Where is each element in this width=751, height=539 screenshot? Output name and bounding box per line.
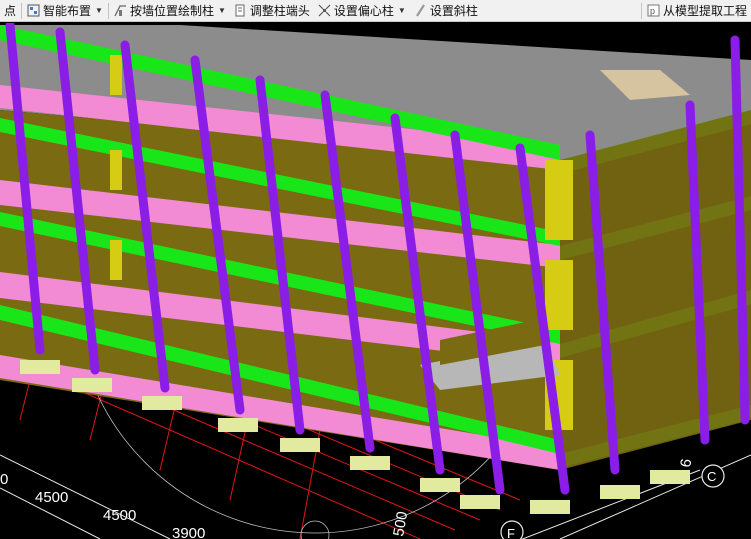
set-eccentric-label: 设置偏心柱 — [333, 4, 394, 18]
set-inclined-label: 设置斜柱 — [429, 4, 478, 18]
adjust-column-end-button[interactable]: 调整柱端头 — [230, 1, 314, 21]
adjust-column-end-label: 调整柱端头 — [249, 4, 310, 18]
smart-layout-button[interactable]: 智能布置 ▼ — [23, 1, 107, 21]
footing — [420, 478, 460, 492]
footing — [72, 378, 112, 392]
footing — [218, 418, 258, 432]
axis-bubble-f[interactable]: F — [500, 520, 524, 539]
eccentric-column-icon — [318, 4, 331, 17]
column-toolbar: 点 智能布置 ▼ 按墙位置绘制柱 ▼ 调整柱端头 设置偏心柱 ▼ 设置斜柱 p … — [0, 0, 751, 22]
chevron-down-icon[interactable]: ▼ — [398, 6, 406, 15]
dimension-label: 0 — [0, 471, 8, 488]
footing — [530, 500, 570, 514]
toolbar-separator — [21, 2, 23, 19]
axis-label: F — [507, 526, 515, 539]
footing — [350, 456, 390, 470]
3d-model-viewport[interactable]: 0 4500 4500 3900 500 6 C F — [0, 23, 751, 539]
window — [110, 240, 122, 280]
window — [110, 55, 122, 95]
set-eccentric-button[interactable]: 设置偏心柱 ▼ — [314, 1, 410, 21]
extract-model-icon: p — [647, 4, 660, 17]
chevron-down-icon[interactable]: ▼ — [95, 6, 103, 15]
window — [545, 260, 573, 330]
toolbar-partial-label: 点 — [4, 4, 17, 18]
footing — [142, 396, 182, 410]
draw-by-wall-button[interactable]: 按墙位置绘制柱 ▼ — [110, 1, 230, 21]
footing — [280, 438, 320, 452]
footing — [460, 495, 500, 509]
extract-from-model-label: 从模型提取工程 — [662, 4, 747, 18]
draw-by-wall-label: 按墙位置绘制柱 — [129, 4, 214, 18]
smart-layout-icon — [27, 4, 40, 17]
svg-text:p: p — [650, 6, 655, 16]
window — [545, 160, 573, 240]
column-end-icon — [235, 4, 245, 17]
dimension-label: 3900 — [172, 525, 205, 539]
axis-label: C — [707, 469, 716, 484]
dimension-label: 4500 — [35, 489, 68, 506]
dimension-label: 4500 — [103, 507, 136, 524]
inclined-column-icon — [415, 4, 425, 17]
axis-bubble-c[interactable]: C — [701, 464, 725, 488]
footing — [20, 360, 60, 374]
set-inclined-button[interactable]: 设置斜柱 — [410, 1, 482, 21]
wall-column-icon — [114, 5, 126, 17]
smart-layout-label: 智能布置 — [43, 4, 92, 18]
chevron-down-icon[interactable]: ▼ — [218, 6, 226, 15]
toolbar-item-partial[interactable]: 点 — [0, 1, 20, 21]
footing — [600, 485, 640, 499]
extract-from-model-button[interactable]: p 从模型提取工程 — [643, 1, 751, 21]
building-3d-view[interactable]: 0 4500 4500 3900 500 6 C F — [0, 23, 751, 539]
toolbar-separator — [107, 2, 109, 19]
toolbar-separator — [640, 2, 642, 19]
footing — [650, 470, 690, 484]
window — [110, 150, 122, 190]
